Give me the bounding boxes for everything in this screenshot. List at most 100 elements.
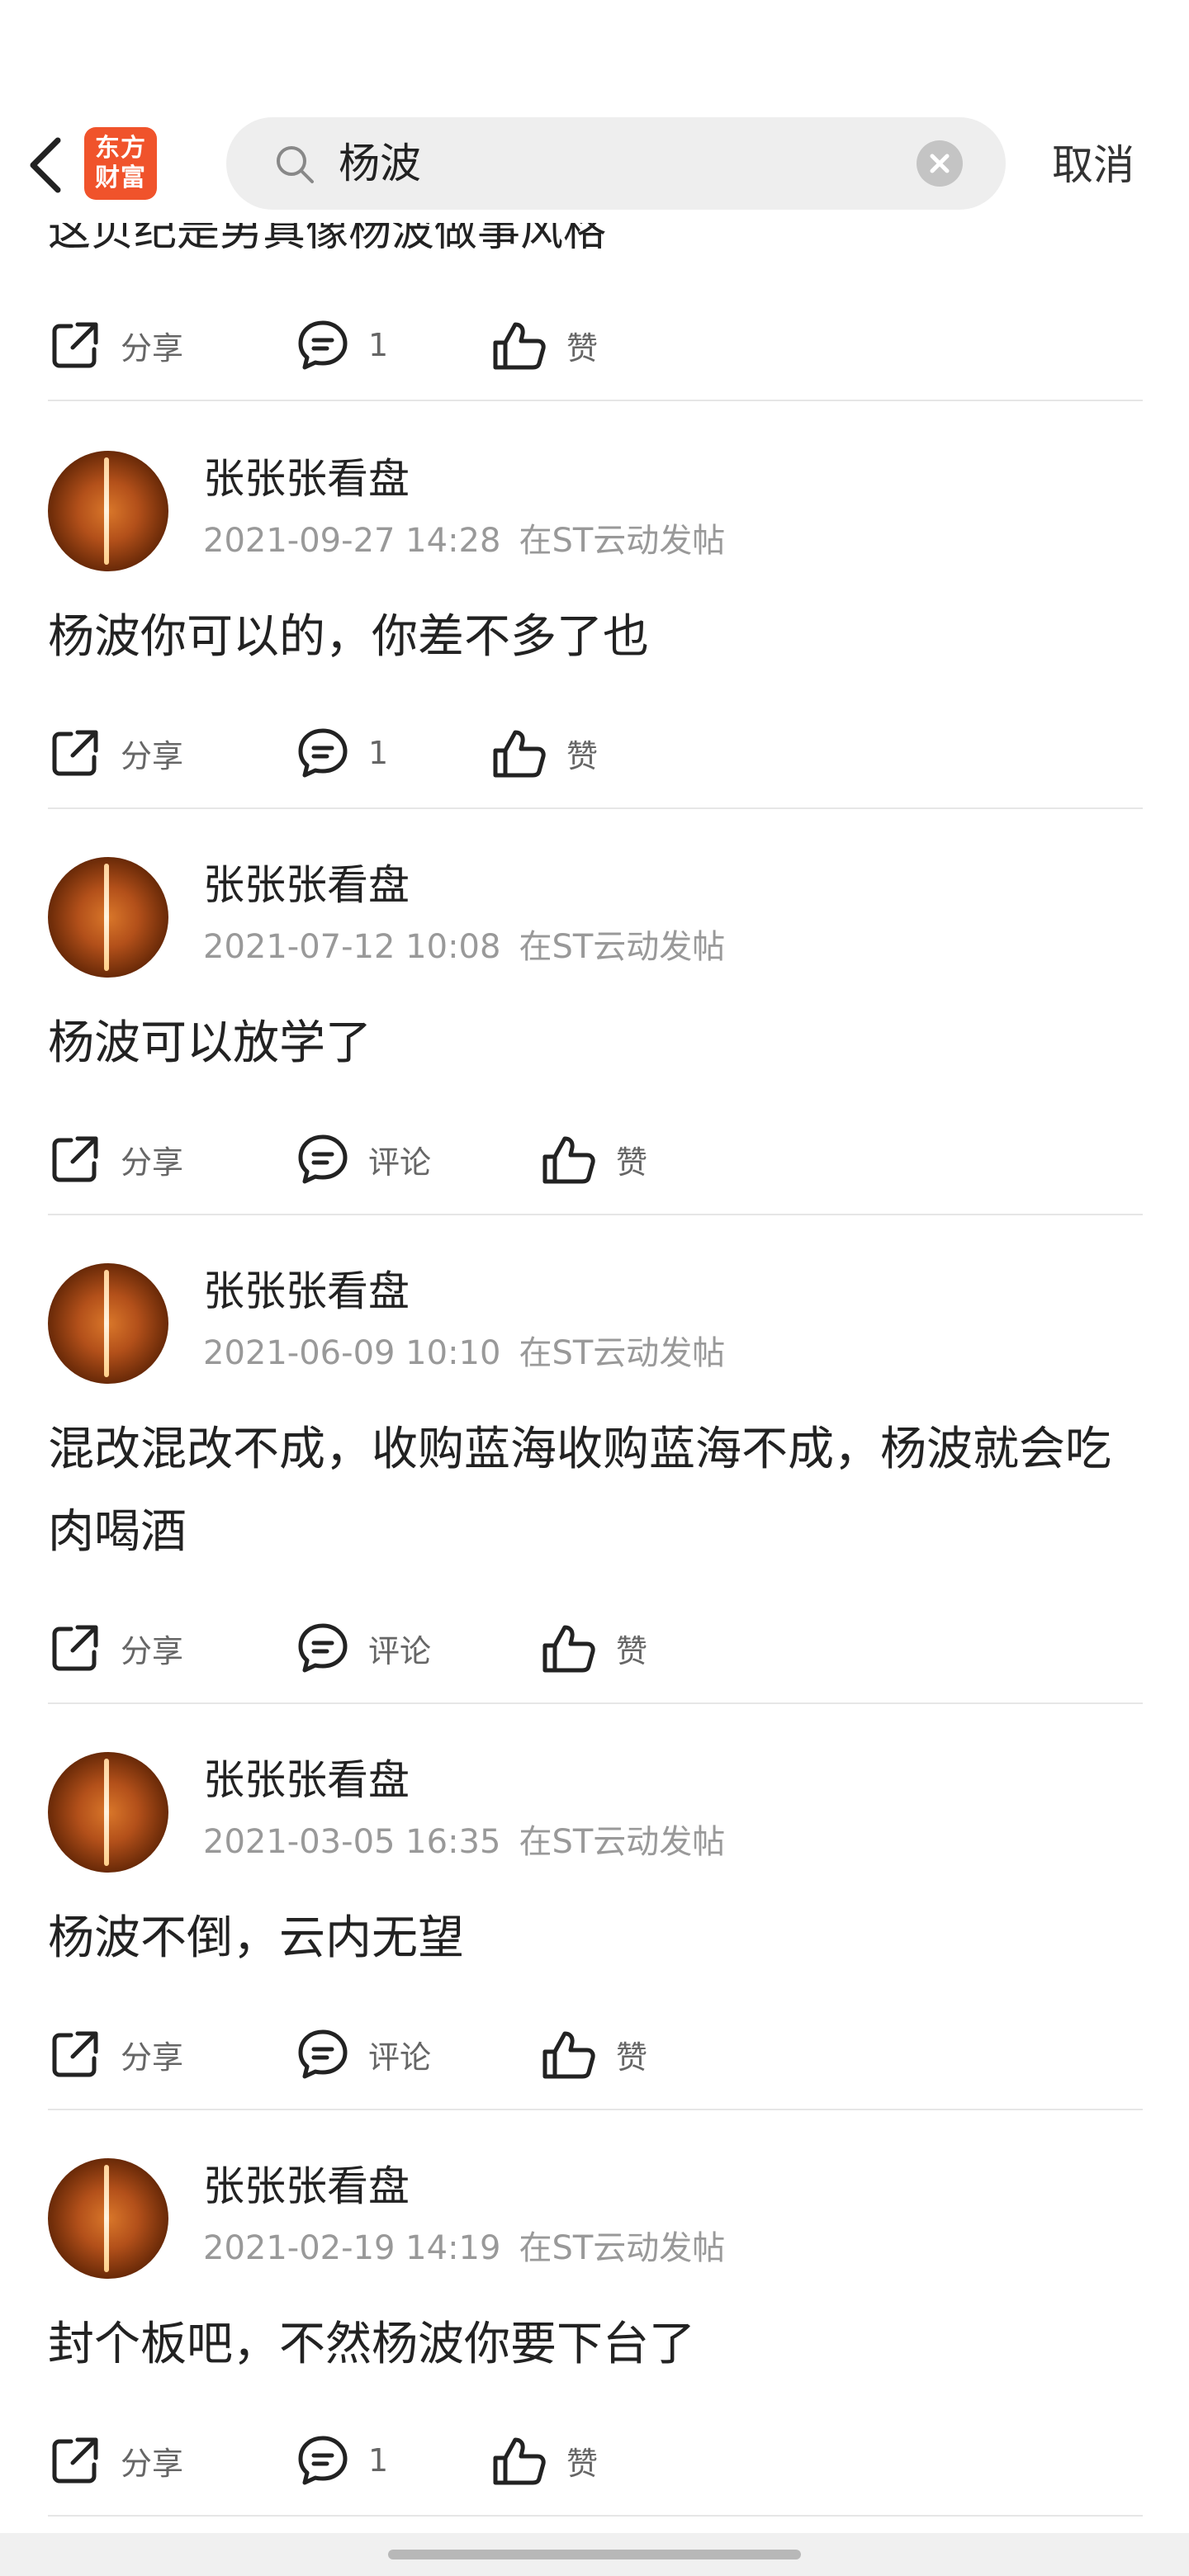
avatar[interactable]: [48, 857, 168, 978]
like-button[interactable]: 赞: [540, 1126, 647, 1192]
share-icon: [52, 2031, 98, 2077]
share-button[interactable]: 分享: [48, 720, 183, 786]
thumbs-up-icon: [493, 322, 546, 370]
post-board[interactable]: 在ST云动发帖: [519, 928, 725, 966]
like-label: 赞: [566, 737, 599, 774]
share-icon: [52, 1136, 98, 1182]
comment-button[interactable]: 评论: [296, 1126, 431, 1192]
post-actions: 分享 评论 赞: [48, 2021, 791, 2087]
divider: [48, 1214, 1143, 1215]
search-input[interactable]: 杨波: [226, 117, 1006, 210]
comment-label: 1: [368, 327, 389, 363]
post-time: 2021-07-12 10:08: [203, 928, 501, 966]
post-author[interactable]: 张张张看盘: [203, 2162, 410, 2211]
post-actions: 分享 1 赞: [48, 312, 791, 378]
avatar[interactable]: [48, 1752, 168, 1873]
post-author[interactable]: 张张张看盘: [203, 454, 410, 504]
post-meta: 2021-07-12 10:08 在ST云动发帖: [203, 926, 725, 968]
status-bar: [0, 0, 1189, 107]
share-label: 分享: [121, 1632, 184, 1669]
share-button[interactable]: 分享: [48, 2427, 183, 2493]
like-button[interactable]: 赞: [540, 2021, 647, 2087]
post-content[interactable]: 杨波不倒，云内无望: [48, 1897, 1146, 1980]
logo-line-2: 财富: [95, 163, 146, 192]
post-board[interactable]: 在ST云动发帖: [519, 522, 725, 560]
post-actions: 分享 1 赞: [48, 720, 791, 786]
share-button[interactable]: 分享: [48, 2021, 183, 2087]
post-author[interactable]: 张张张看盘: [203, 1267, 410, 1316]
divider: [48, 1702, 1143, 1704]
thumbs-up-icon: [493, 730, 546, 778]
comment-button[interactable]: 1: [296, 2427, 388, 2493]
search-icon: [277, 146, 314, 183]
comment-bubble-icon: [298, 320, 348, 370]
post-board[interactable]: 在ST云动发帖: [519, 2229, 725, 2267]
comment-button[interactable]: 1: [296, 720, 388, 786]
comment-label: 1: [368, 735, 389, 771]
divider: [48, 2515, 1143, 2517]
share-icon: [52, 322, 98, 368]
post-author[interactable]: 张张张看盘: [203, 860, 410, 910]
share-label: 分享: [121, 2445, 184, 2482]
home-indicator-bar[interactable]: [388, 2550, 801, 2559]
share-button[interactable]: 分享: [48, 312, 183, 378]
avatar[interactable]: [48, 1263, 168, 1384]
share-icon: [52, 730, 98, 776]
share-icon: [52, 2437, 98, 2484]
share-label: 分享: [121, 329, 184, 367]
like-label: 赞: [616, 2039, 648, 2076]
share-button[interactable]: 分享: [48, 1126, 183, 1192]
comment-label: 评论: [368, 1144, 432, 1181]
thumbs-up-icon: [493, 2437, 546, 2485]
share-button[interactable]: 分享: [48, 1615, 183, 1681]
post-content[interactable]: 杨波可以放学了: [48, 1002, 1146, 1085]
comment-bubble-icon: [298, 2436, 348, 2485]
like-button[interactable]: 赞: [540, 1615, 647, 1681]
thumbs-up-icon: [542, 1136, 595, 1184]
post-time: 2021-03-05 16:35: [203, 1823, 501, 1861]
share-icon: [52, 1625, 98, 1671]
post-content[interactable]: 混改混改不成，收购蓝海收购蓝海不成，杨波就会吃肉喝酒: [48, 1409, 1146, 1574]
search-header: 东方 财富 杨波 取消: [0, 107, 1189, 223]
clear-circle-icon[interactable]: [915, 139, 964, 188]
share-label: 分享: [121, 1144, 184, 1181]
comment-label: 1: [368, 2442, 389, 2479]
post-content[interactable]: 封个板吧，不然杨波你要下台了: [48, 2304, 1146, 2386]
post-actions: 分享 评论 赞: [48, 1126, 791, 1192]
comment-button[interactable]: 评论: [296, 1615, 431, 1681]
post-board[interactable]: 在ST云动发帖: [519, 1823, 725, 1861]
thumbs-up-icon: [542, 2031, 595, 2079]
home-indicator-area: [0, 2533, 1189, 2576]
search-query-text: 杨波: [339, 140, 421, 187]
comment-bubble-icon: [298, 2029, 348, 2079]
comment-bubble-icon: [298, 1134, 348, 1184]
post-author[interactable]: 张张张看盘: [203, 1755, 410, 1805]
divider: [48, 807, 1143, 809]
like-label: 赞: [616, 1144, 648, 1181]
avatar[interactable]: [48, 2158, 168, 2279]
like-button[interactable]: 赞: [490, 720, 598, 786]
logo-line-1: 东方: [95, 134, 146, 163]
thumbs-up-icon: [542, 1625, 595, 1673]
share-label: 分享: [121, 2039, 184, 2076]
back-button[interactable]: [21, 132, 71, 198]
post-time: 2021-06-09 10:10: [203, 1334, 501, 1372]
like-label: 赞: [566, 329, 599, 367]
post-time: 2021-02-19 14:19: [203, 2229, 501, 2267]
comment-button[interactable]: 评论: [296, 2021, 431, 2087]
comment-label: 评论: [368, 1632, 432, 1669]
like-button[interactable]: 赞: [490, 2427, 598, 2493]
chevron-left-icon: [30, 137, 61, 193]
comment-bubble-icon: [298, 728, 348, 778]
app-logo: 东方 财富: [84, 127, 157, 200]
like-label: 赞: [566, 2445, 599, 2482]
post-actions: 分享 1 赞: [48, 2427, 791, 2493]
post-content[interactable]: 杨波你可以的，你差不多了也: [48, 596, 1146, 679]
like-button[interactable]: 赞: [490, 312, 598, 378]
like-label: 赞: [616, 1632, 648, 1669]
post-meta: 2021-03-05 16:35 在ST云动发帖: [203, 1821, 725, 1863]
avatar[interactable]: [48, 451, 168, 571]
post-board[interactable]: 在ST云动发帖: [519, 1334, 725, 1372]
cancel-button[interactable]: 取消: [1052, 139, 1135, 192]
comment-button[interactable]: 1: [296, 312, 388, 378]
